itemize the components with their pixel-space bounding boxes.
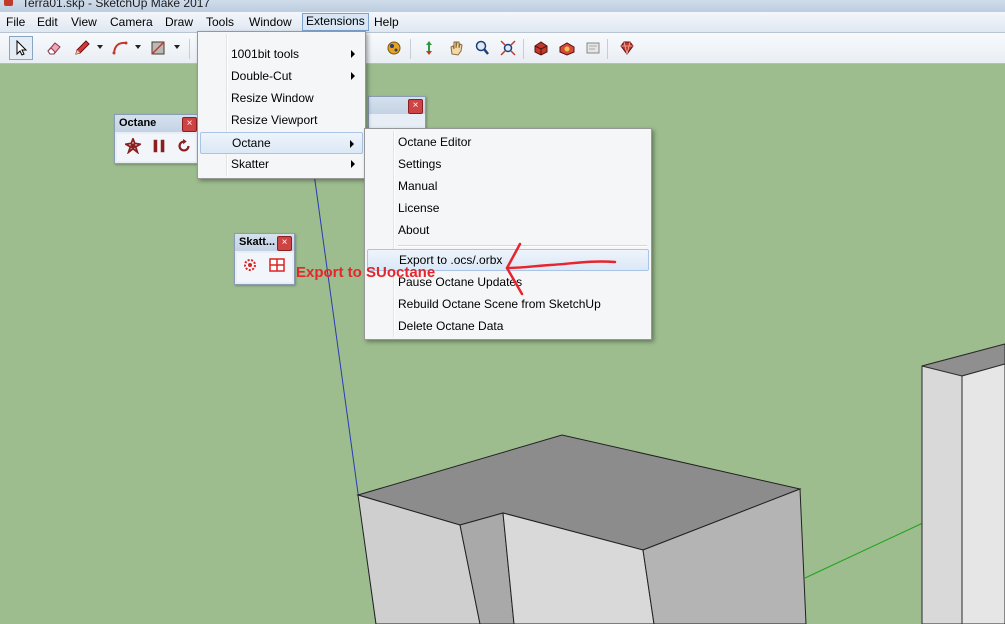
skatter-toolbar-body bbox=[237, 253, 292, 282]
ruby-icon[interactable] bbox=[616, 37, 638, 59]
chevron-right-icon bbox=[351, 160, 355, 168]
menu-item-1001bit-tools[interactable]: 1001bit tools bbox=[200, 43, 363, 65]
menu-help[interactable]: Help bbox=[371, 14, 402, 30]
arc-icon[interactable] bbox=[109, 37, 131, 59]
menu-draw[interactable]: Draw bbox=[162, 14, 196, 30]
toolbar-separator bbox=[410, 39, 411, 59]
select-icon[interactable] bbox=[9, 36, 33, 60]
toolbar-separator bbox=[523, 39, 524, 59]
pencil-icon[interactable] bbox=[71, 37, 93, 59]
warehouse-icon[interactable] bbox=[530, 37, 552, 59]
octane-submenu: Octane Editor Settings Manual License Ab… bbox=[364, 128, 652, 340]
menu-item-label: Octane bbox=[232, 136, 271, 150]
zoom-icon[interactable] bbox=[471, 37, 493, 59]
menu-item-delete-octane-data[interactable]: Delete Octane Data bbox=[367, 315, 649, 337]
title-bar: Terra01.skp - SketchUp Make 2017 bbox=[0, 0, 1005, 12]
chevron-right-icon bbox=[351, 72, 355, 80]
building-right bbox=[921, 343, 1005, 624]
menu-item-octane-editor[interactable]: Octane Editor bbox=[367, 131, 649, 153]
octane-toolbar-body bbox=[117, 134, 196, 161]
menu-window[interactable]: Window bbox=[246, 14, 295, 30]
refresh-icon[interactable] bbox=[174, 136, 194, 156]
chevron-down-icon[interactable] bbox=[97, 45, 103, 49]
extensions-dropdown: 1001bit tools Double-Cut Resize Window R… bbox=[197, 31, 366, 179]
menu-view[interactable]: View bbox=[68, 14, 100, 30]
chevron-down-icon[interactable] bbox=[174, 45, 180, 49]
close-icon[interactable]: × bbox=[408, 99, 423, 114]
menu-item-double-cut[interactable]: Double-Cut bbox=[200, 65, 363, 87]
skatter-toolbar: Skatt... × bbox=[234, 233, 295, 285]
menu-item-settings[interactable]: Settings bbox=[367, 153, 649, 175]
skatter-icon[interactable] bbox=[240, 255, 260, 275]
zoom-extents-icon[interactable] bbox=[497, 37, 519, 59]
menu-item-resize-window[interactable]: Resize Window bbox=[200, 87, 363, 109]
skatter-grid-icon[interactable] bbox=[267, 255, 287, 275]
menu-camera[interactable]: Camera bbox=[107, 14, 156, 30]
toolbar-separator bbox=[189, 39, 190, 59]
menu-item-octane[interactable]: Octane bbox=[200, 132, 363, 154]
chevron-right-icon bbox=[351, 50, 355, 58]
menu-item-label: Resize Window bbox=[231, 91, 314, 105]
rectangle-icon[interactable] bbox=[147, 37, 169, 59]
hand-icon[interactable] bbox=[445, 37, 467, 59]
orbit-icon[interactable] bbox=[383, 37, 405, 59]
menu-item-label: 1001bit tools bbox=[231, 47, 300, 61]
main-toolbar bbox=[0, 33, 1005, 64]
chevron-down-icon[interactable] bbox=[135, 45, 141, 49]
close-icon[interactable]: × bbox=[277, 236, 292, 251]
extension-warehouse-icon[interactable] bbox=[556, 37, 578, 59]
pause-icon[interactable] bbox=[149, 136, 169, 156]
menu-item-label: Double-Cut bbox=[231, 69, 292, 83]
toolbar-separator bbox=[607, 39, 608, 59]
chevron-right-icon bbox=[350, 140, 354, 148]
octane-settings-icon[interactable] bbox=[123, 136, 143, 156]
menu-item-skatter[interactable]: Skatter bbox=[200, 153, 363, 175]
sketchup-app-icon bbox=[4, 0, 13, 6]
pan-icon[interactable] bbox=[418, 37, 440, 59]
menu-bar: File Edit View Camera Draw Tools Window … bbox=[0, 12, 1005, 33]
menu-extensions[interactable]: Extensions bbox=[302, 13, 369, 31]
menu-item-license[interactable]: License bbox=[367, 197, 649, 219]
window-title: Terra01.skp - SketchUp Make 2017 bbox=[22, 0, 211, 10]
red-arrow-annotation bbox=[505, 242, 617, 296]
menu-item-label: Resize Viewport bbox=[231, 113, 318, 127]
octane-toolbar: Octane × bbox=[114, 114, 199, 164]
menu-item-manual[interactable]: Manual bbox=[367, 175, 649, 197]
menu-tools[interactable]: Tools bbox=[203, 14, 237, 30]
eraser-icon[interactable] bbox=[43, 37, 65, 59]
menu-item-resize-viewport[interactable]: Resize Viewport bbox=[200, 109, 363, 131]
annotation-label: Export to SUoctane bbox=[296, 264, 436, 281]
menu-edit[interactable]: Edit bbox=[34, 14, 61, 30]
close-icon[interactable]: × bbox=[182, 117, 197, 132]
menu-file[interactable]: File bbox=[3, 14, 28, 30]
layout-icon[interactable] bbox=[582, 37, 604, 59]
menu-item-label: Skatter bbox=[231, 157, 270, 171]
